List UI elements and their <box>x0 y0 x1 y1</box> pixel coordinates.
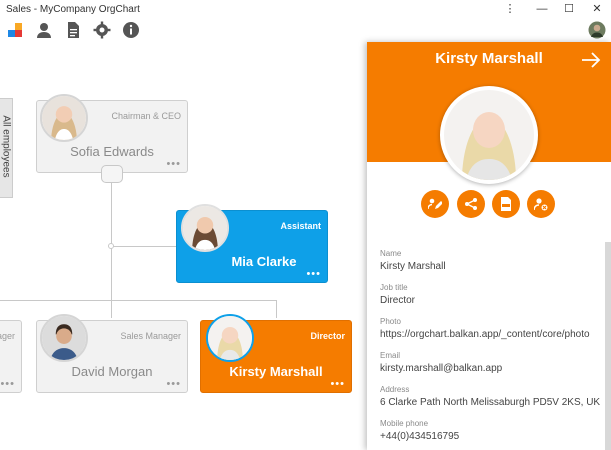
details-photo <box>440 86 538 184</box>
title-bar: Sales - MyCompany OrgChart ⋮ — ☐ ✕ <box>0 0 611 18</box>
node-manager-partial[interactable]: ager ••• <box>0 320 22 393</box>
window-title: Sales - MyCompany OrgChart <box>6 4 140 15</box>
avatar <box>40 314 88 362</box>
share-button[interactable] <box>457 190 485 218</box>
all-employees-tab[interactable]: All employees <box>0 98 13 198</box>
window-menu-button[interactable]: ⋮ <box>499 2 521 16</box>
connector-line <box>111 246 176 247</box>
edit-button[interactable] <box>421 190 449 218</box>
field-label-address: Address <box>380 385 410 394</box>
details-panel: Kirsty Marshall Name Kirsty Marshall Job… <box>367 42 611 450</box>
connector-line <box>111 300 112 318</box>
field-value-photo: https://orgchart.balkan.app/_content/cor… <box>380 329 590 340</box>
node-role: Assistant <box>280 221 321 231</box>
avatar <box>181 204 229 252</box>
info-icon[interactable] <box>122 21 140 39</box>
arrow-right-icon[interactable] <box>581 52 601 68</box>
avatar <box>40 94 88 142</box>
node-role: ager <box>0 331 15 341</box>
node-menu-button[interactable]: ••• <box>166 378 181 390</box>
field-label-name: Name <box>380 249 402 258</box>
logo-icon <box>7 21 25 39</box>
toolbar <box>0 18 611 42</box>
close-button[interactable]: ✕ <box>586 2 608 16</box>
connector-line <box>111 182 112 300</box>
field-label-email: Email <box>380 351 401 360</box>
maximize-button[interactable]: ☐ <box>558 2 580 16</box>
field-value-job-title: Director <box>380 295 416 306</box>
document-icon[interactable] <box>64 21 82 39</box>
pdf-button[interactable] <box>492 190 520 218</box>
connector-line <box>0 300 277 301</box>
connector-line <box>276 300 277 318</box>
node-name: Kirsty Marshall <box>229 364 323 379</box>
connector-dot <box>108 243 114 249</box>
node-role: Sales Manager <box>120 331 181 341</box>
minimize-button[interactable]: — <box>531 2 553 16</box>
user-icon[interactable] <box>35 21 53 39</box>
node-name: David Morgan <box>71 364 153 379</box>
expand-collapse-button[interactable] <box>101 165 123 183</box>
org-chart-canvas[interactable]: All employees Chairman & CEO Sofia Edwar… <box>0 42 367 450</box>
details-name: Kirsty Marshall <box>435 50 543 67</box>
remove-user-button[interactable] <box>527 190 555 218</box>
node-name: Mia Clarke <box>231 254 297 269</box>
node-menu-button[interactable]: ••• <box>306 268 321 280</box>
gear-icon[interactable] <box>93 21 111 39</box>
field-value-mobile-phone: +44(0)434516795 <box>380 431 460 442</box>
node-role: Director <box>310 331 345 341</box>
avatar <box>206 314 254 362</box>
all-employees-label: All employees <box>0 115 12 178</box>
panel-scrollbar[interactable] <box>605 242 611 450</box>
field-label-job-title: Job title <box>380 283 408 292</box>
field-label-photo: Photo <box>380 317 401 326</box>
field-label-mobile-phone: Mobile phone <box>380 419 429 428</box>
account-avatar[interactable] <box>588 21 606 39</box>
node-menu-button[interactable]: ••• <box>330 378 345 390</box>
node-menu-button[interactable]: ••• <box>166 158 181 170</box>
node-menu-button[interactable]: ••• <box>0 378 15 390</box>
node-name: Sofia Edwards <box>70 144 154 159</box>
field-value-address: 6 Clarke Path North Melissaburgh PD5V 2K… <box>380 397 601 408</box>
node-role: Chairman & CEO <box>111 111 181 121</box>
field-value-name: Kirsty Marshall <box>380 261 446 272</box>
field-value-email: kirsty.marshall@balkan.app <box>380 363 503 374</box>
